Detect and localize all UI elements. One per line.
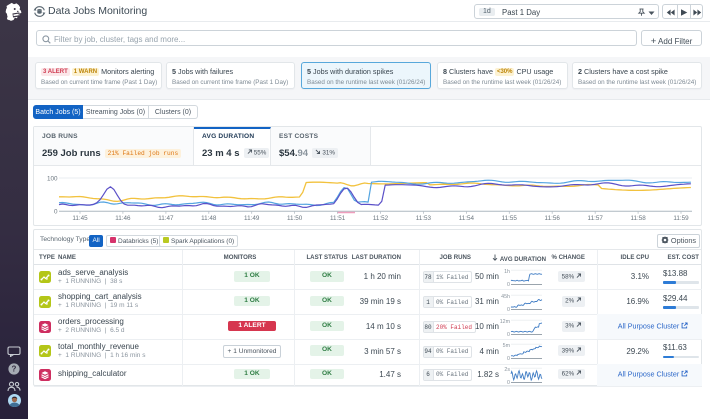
- svg-text:0: 0: [507, 380, 510, 385]
- svg-text:12m: 12m: [500, 319, 511, 325]
- svg-text:11:51: 11:51: [330, 215, 346, 222]
- svg-text:0: 0: [507, 332, 510, 337]
- svg-text:11:53: 11:53: [416, 215, 432, 222]
- svg-text:1h: 1h: [504, 269, 510, 275]
- svg-text:11:47: 11:47: [158, 215, 174, 222]
- svg-text:11:45: 11:45: [72, 215, 88, 222]
- svg-text:5m: 5m: [503, 343, 511, 349]
- svg-text:?: ?: [12, 365, 17, 374]
- svg-text:11:46: 11:46: [115, 215, 131, 222]
- svg-text:0: 0: [507, 356, 510, 361]
- svg-text:11:50: 11:50: [287, 215, 303, 222]
- svg-text:11:56: 11:56: [545, 215, 561, 222]
- svg-text:11:49: 11:49: [244, 215, 260, 222]
- svg-text:11:59: 11:59: [673, 215, 689, 222]
- svg-text:11:58: 11:58: [630, 215, 646, 222]
- svg-text:11:57: 11:57: [588, 215, 604, 222]
- svg-text:11:54: 11:54: [459, 215, 475, 222]
- svg-text:11:48: 11:48: [201, 215, 217, 222]
- svg-text:0: 0: [507, 307, 510, 312]
- svg-text:11:52: 11:52: [373, 215, 389, 222]
- svg-text:0: 0: [54, 209, 58, 216]
- svg-text:45h: 45h: [501, 294, 510, 300]
- svg-text:0: 0: [507, 282, 510, 287]
- svg-text:2s: 2s: [504, 367, 510, 373]
- svg-text:11:55: 11:55: [502, 215, 518, 222]
- svg-text:100: 100: [47, 176, 58, 183]
